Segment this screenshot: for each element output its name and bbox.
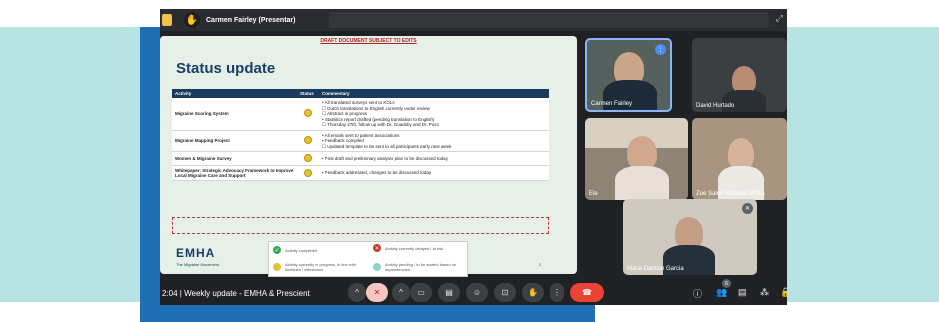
status-in-progress-icon — [304, 109, 312, 118]
check-icon: ✓ — [273, 246, 281, 254]
commentary-item: • First draft and preliminary analysis p… — [322, 155, 448, 161]
participant-tile[interactable]: Zoe Sales Rolando MFAA — [692, 118, 787, 200]
status-in-progress-icon — [304, 136, 312, 145]
status-legend: ✓ Activity completed ✕ Activity currentl… — [268, 241, 468, 277]
activity-cell: Migraine Mapping Project — [172, 130, 297, 152]
activity-cell: Migraine Scoring System — [172, 98, 297, 131]
presenting-bar: ✋ Carmen Fairley (Presentar) ⤢ — [160, 9, 787, 31]
emoji-button[interactable]: ☺ — [466, 283, 488, 302]
legend-completed: ✓ Activity completed — [273, 246, 318, 254]
mic-off-icon: ✕ — [373, 288, 381, 297]
chat-icon[interactable]: ▤ — [738, 287, 747, 298]
legend-in-progress: Activity currently in progress, in line … — [273, 262, 368, 272]
hand-icon: ✋ — [528, 288, 538, 297]
table-row: Migraine Scoring System • All translated… — [172, 98, 549, 131]
legend-pending: Activity pending / to be started based o… — [373, 262, 468, 272]
page-number: 2 — [538, 262, 541, 267]
participant-tile[interactable]: ⋮ Carmen Fairley — [585, 38, 672, 112]
draft-notice: DRAFT DOCUMENT SUBJECT TO EDITS — [320, 38, 417, 44]
exit-fullscreen-icon[interactable]: ⤢ — [776, 13, 783, 24]
table-row: Women & Migraine Survey • First draft an… — [172, 151, 549, 166]
participant-name: Ele — [589, 191, 598, 197]
info-icon[interactable]: ⓘ — [693, 287, 702, 300]
chevron-up-icon: ^ — [399, 288, 403, 297]
column-header-status: Status — [297, 89, 319, 98]
shared-slide: DRAFT DOCUMENT SUBJECT TO EDITS Status u… — [160, 36, 577, 277]
camera-button[interactable]: ▭ — [410, 283, 432, 302]
participant-name: Zoe Sales Rolando MFAA — [696, 191, 766, 197]
participant-name: Maria Damian Garcia — [627, 266, 684, 272]
captions-button[interactable]: ▤ — [438, 283, 460, 302]
people-icon[interactable]: 👥 — [716, 287, 727, 298]
brand-logo: EMHA — [176, 246, 216, 260]
table-row: Migraine Mapping Project • All emails se… — [172, 130, 549, 152]
commentary-list: • First draft and preliminary analysis p… — [322, 156, 546, 162]
participant-video — [627, 136, 657, 170]
mic-options-button[interactable]: ^ — [348, 283, 366, 302]
status-in-progress-icon — [304, 168, 312, 177]
commentary-item: • Feedback addressed, changes to be disc… — [322, 170, 432, 176]
commentary-item: ☐ Thursday 27th, follow up with Dr, Goad… — [322, 122, 440, 127]
meet-window: ✋ Carmen Fairley (Presentar) ⤢ DRAFT DOC… — [160, 9, 787, 305]
activities-icon[interactable]: ⁂ — [760, 287, 769, 298]
column-header-activity: Activity — [172, 89, 297, 98]
chevron-up-icon: ^ — [355, 288, 359, 297]
commentary-item: ☐ Updated template to be sent to all par… — [322, 143, 452, 149]
activity-cell: Women & Migraine Survey — [172, 151, 297, 166]
present-icon: ⊡ — [501, 288, 509, 297]
speaking-icon: ⋮ — [655, 44, 666, 55]
present-button[interactable]: ⊡ — [494, 283, 516, 302]
captions-icon: ▤ — [445, 288, 453, 297]
phone-hangup-icon: ☎ — [582, 288, 592, 297]
camera-options-button[interactable]: ^ — [392, 283, 410, 302]
brand-tagline: The Migraine Movement — [176, 262, 220, 267]
microphone-button[interactable]: ✕ — [366, 283, 388, 302]
meeting-details: 2:04 | Weekly update - EMHA & Prescient — [162, 288, 310, 298]
participant-name: David Hurtado — [696, 103, 735, 109]
participant-name: Carmen Fairley — [591, 101, 633, 107]
participant-tile[interactable]: David Hurtado — [692, 38, 787, 112]
legend-delayed: ✕ Activity currently delayed / at risk — [373, 244, 444, 252]
column-header-commentary: Commentary — [319, 89, 549, 98]
cross-icon: ✕ — [373, 244, 381, 252]
commentary-list: • All emails sent to patient association… — [322, 133, 546, 150]
status-table: Activity Status Commentary Migraine Scor… — [172, 89, 549, 181]
circle-icon — [273, 263, 281, 271]
commentary-list: • Feedback addressed, changes to be disc… — [322, 170, 546, 176]
table-row: Whitepaper: Strategic Advocacy Framework… — [172, 165, 549, 181]
participant-tile[interactable]: Ele — [585, 118, 688, 200]
highlight-outline — [172, 217, 549, 234]
participant-tile[interactable]: ✕ Maria Damian Garcia — [623, 199, 757, 275]
mic-off-icon: ✕ — [742, 203, 753, 214]
raise-hand-button[interactable]: ✋ — [522, 283, 544, 302]
people-count-badge: 6 — [722, 279, 731, 288]
more-options-button[interactable]: ⋮ — [550, 283, 564, 302]
leave-call-button[interactable]: ☎ — [570, 283, 604, 302]
activity-cell: Whitepaper: Strategic Advocacy Framework… — [172, 165, 297, 181]
presenter-label: Carmen Fairley (Presentar) — [206, 16, 296, 24]
presenter-avatar: ✋ — [184, 12, 200, 28]
camera-icon: ▭ — [417, 288, 425, 297]
presentation-banner — [329, 12, 769, 28]
commentary-list: • All translated surveys sent to KOLs ☐ … — [322, 100, 546, 128]
app-logo-icon — [162, 14, 172, 26]
status-in-progress-icon — [304, 154, 312, 162]
lock-icon[interactable]: 🔒 — [780, 287, 787, 298]
emoji-icon: ☺ — [472, 288, 482, 297]
screen: ✋ Carmen Fairley (Presentar) ⤢ DRAFT DOC… — [0, 0, 939, 322]
slide-title: Status update — [176, 60, 276, 77]
circle-icon — [373, 263, 381, 271]
more-vert-icon: ⋮ — [553, 288, 561, 297]
